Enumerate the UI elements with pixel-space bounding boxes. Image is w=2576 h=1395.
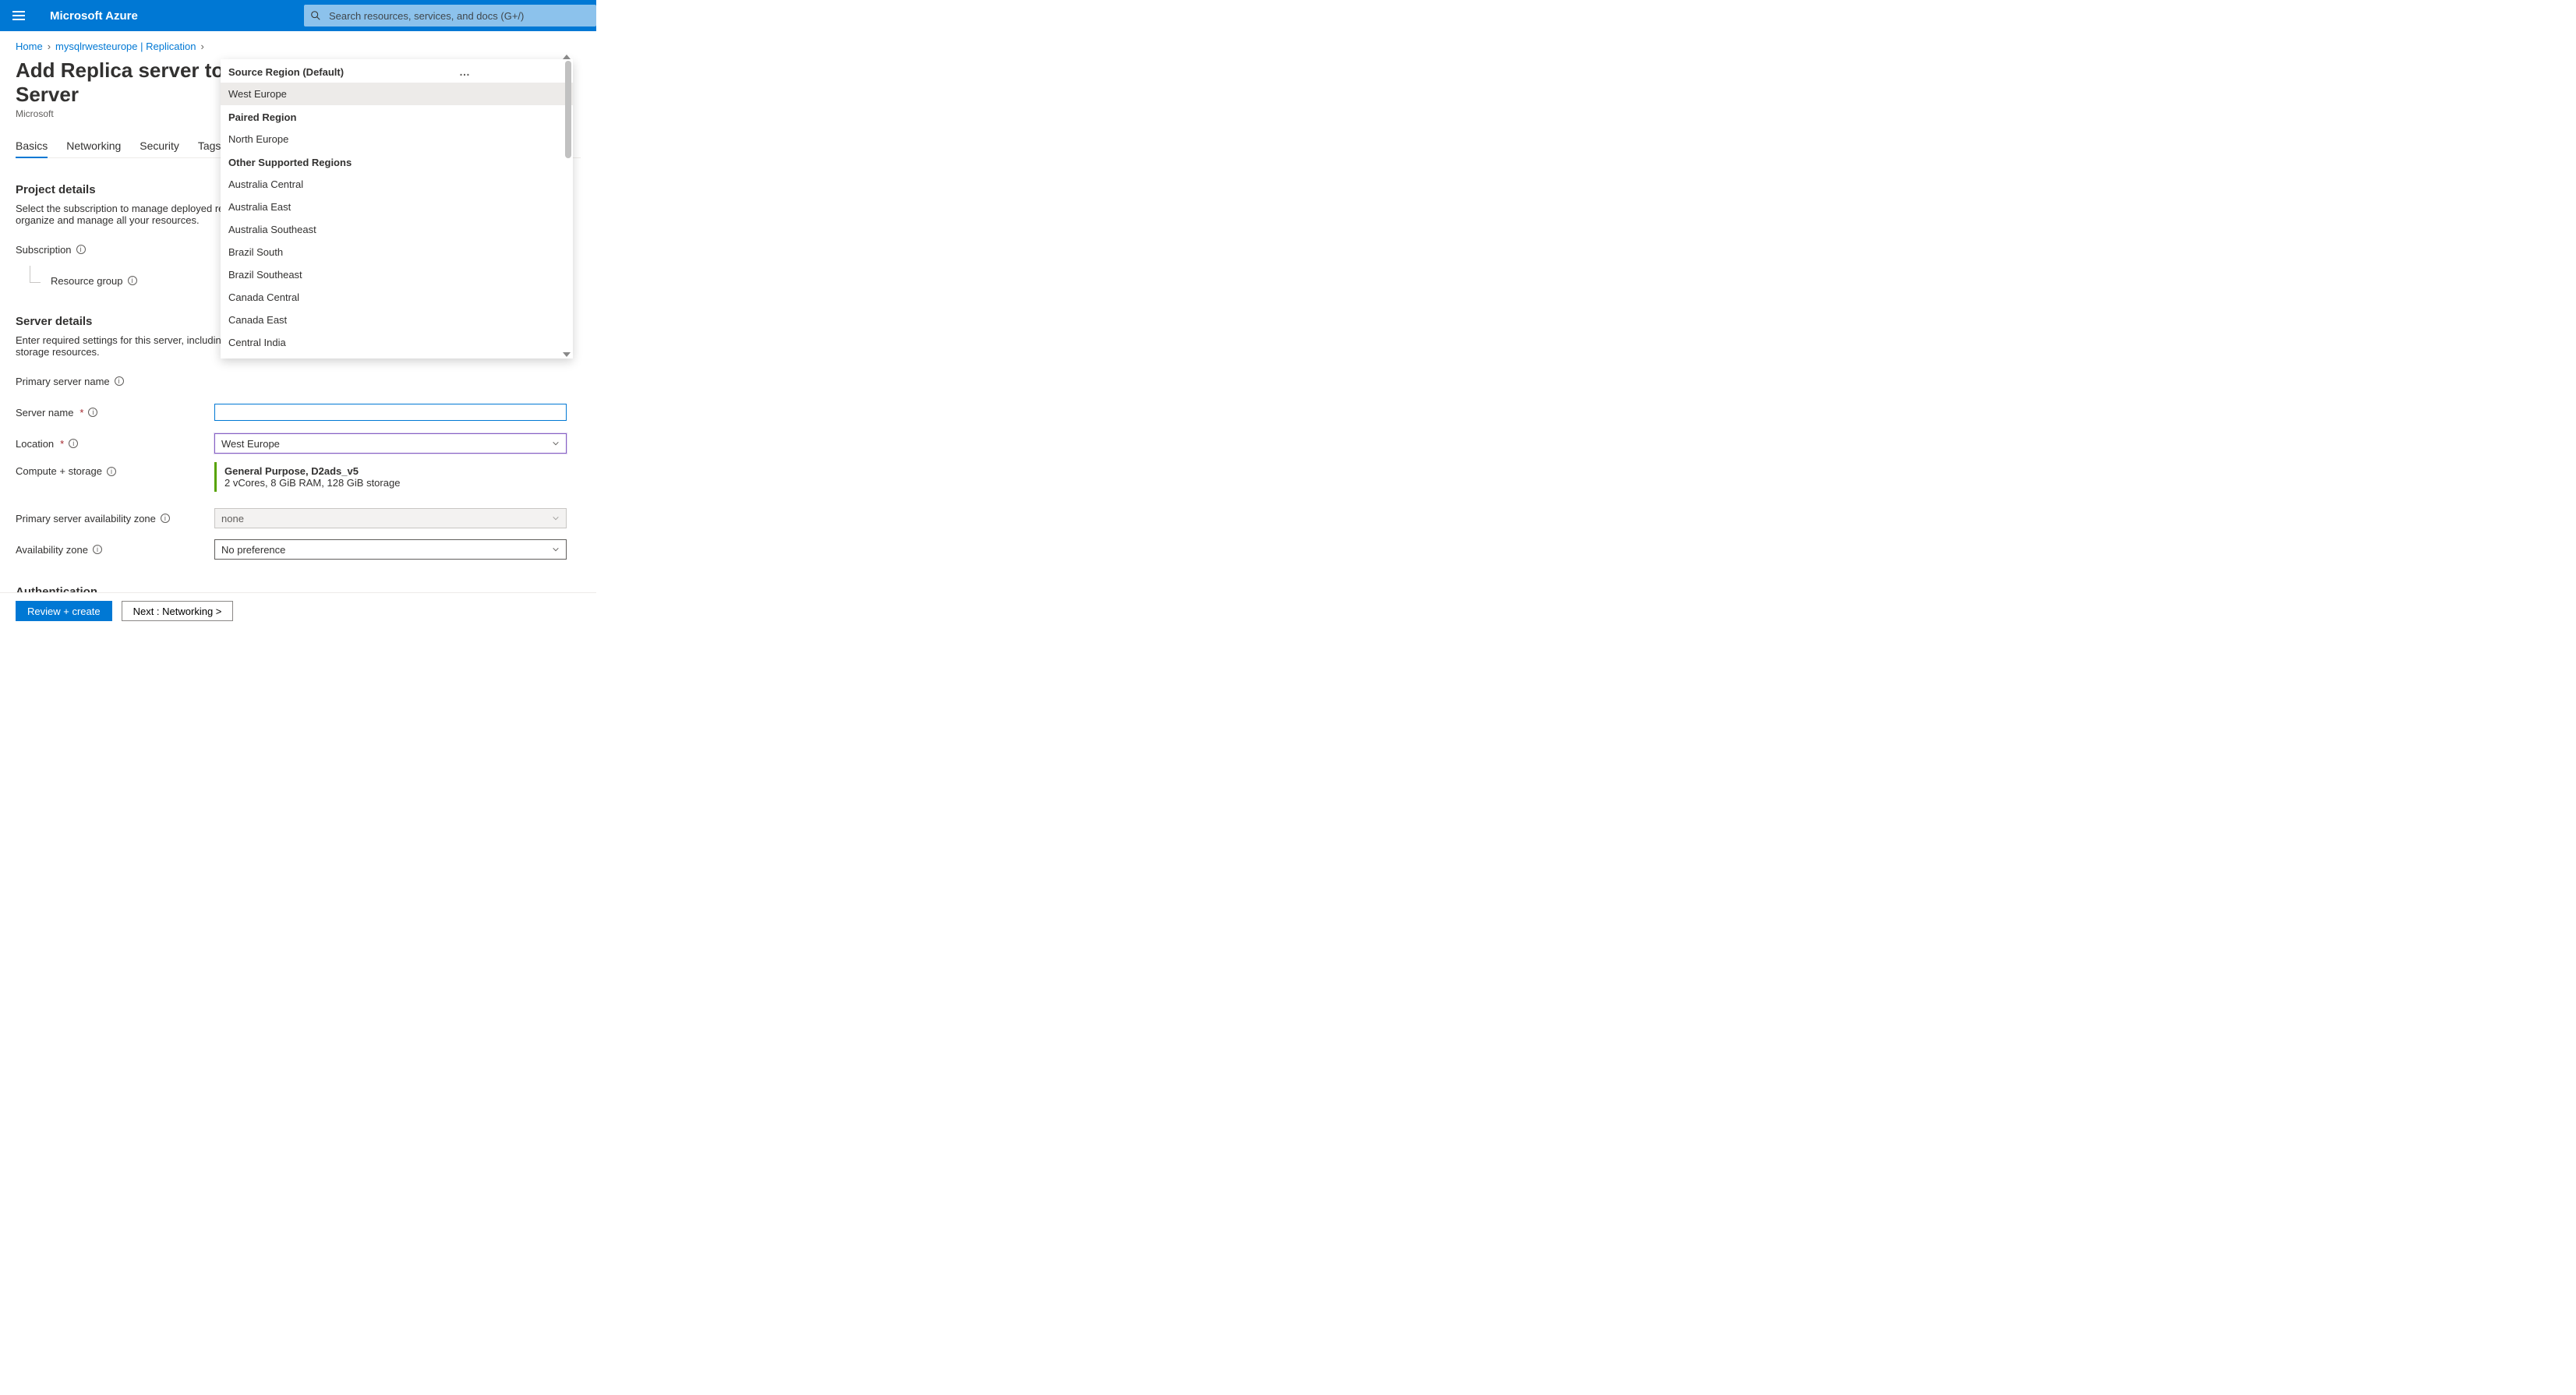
server-name-input[interactable] <box>214 404 567 421</box>
search-icon <box>310 10 321 21</box>
server-name-label: Server name * i <box>16 407 214 418</box>
breadcrumb: Home › mysqlrwesteurope | Replication › <box>16 41 581 52</box>
compute-storage-summary: General Purpose, D2ads_v5 2 vCores, 8 Gi… <box>214 462 567 492</box>
az-select-value: No preference <box>221 544 285 556</box>
dropdown-item[interactable]: Central India <box>221 331 573 354</box>
location-label-text: Location <box>16 438 54 450</box>
compute-title: General Purpose, D2ads_v5 <box>224 465 567 477</box>
footer: Review + create Next : Networking > <box>0 592 596 629</box>
hamburger-menu-button[interactable] <box>0 0 37 31</box>
compute-storage-label: Compute + storage i <box>16 462 214 477</box>
scroll-down-icon[interactable] <box>563 352 571 357</box>
info-icon[interactable]: i <box>107 467 116 476</box>
chevron-down-icon <box>552 546 560 553</box>
az-select[interactable]: No preference <box>214 539 567 560</box>
dropdown-item[interactable]: Canada Central <box>221 286 573 309</box>
dropdown-item[interactable]: Australia Southeast <box>221 218 573 241</box>
search-input[interactable] <box>327 9 590 23</box>
primary-az-label: Primary server availability zone i <box>16 513 214 524</box>
primary-az-select: none <box>214 508 567 528</box>
search-box[interactable] <box>304 5 596 26</box>
compute-storage-label-text: Compute + storage <box>16 465 102 477</box>
location-label: Location * i <box>16 438 214 450</box>
primary-az-value: none <box>221 513 244 524</box>
info-icon[interactable]: i <box>128 276 137 285</box>
dropdown-item[interactable]: Brazil South <box>221 241 573 263</box>
primary-az-label-text: Primary server availability zone <box>16 513 156 524</box>
dropdown-item-north-europe[interactable]: North Europe <box>221 128 573 150</box>
info-icon[interactable]: i <box>69 439 78 448</box>
info-icon[interactable]: i <box>161 514 170 523</box>
tab-networking[interactable]: Networking <box>66 135 121 157</box>
location-select-value: West Europe <box>221 438 280 450</box>
server-name-label-text: Server name <box>16 407 73 418</box>
tab-basics[interactable]: Basics <box>16 135 48 158</box>
dropdown-group-other: Other Supported Regions <box>221 150 573 173</box>
info-icon[interactable]: i <box>93 545 102 554</box>
review-create-button[interactable]: Review + create <box>16 601 112 621</box>
chevron-right-icon: › <box>48 41 51 52</box>
breadcrumb-resource[interactable]: mysqlrwesteurope | Replication <box>55 41 196 52</box>
chevron-right-icon: › <box>200 41 203 52</box>
az-label-text: Availability zone <box>16 544 88 556</box>
compute-subtitle: 2 vCores, 8 GiB RAM, 128 GiB storage <box>224 477 567 489</box>
ellipsis-icon[interactable]: … <box>459 65 472 78</box>
search-wrap <box>304 2 596 29</box>
subscription-label: Subscription i <box>16 244 214 256</box>
tab-tags[interactable]: Tags <box>198 135 221 157</box>
subscription-label-text: Subscription <box>16 244 72 256</box>
dropdown-item[interactable]: Australia East <box>221 196 573 218</box>
dropdown-item[interactable]: Canada East <box>221 309 573 331</box>
required-asterisk: * <box>80 407 83 418</box>
location-dropdown: Source Region (Default) … West Europe Pa… <box>221 59 573 358</box>
resource-group-label-text: Resource group <box>51 275 123 287</box>
topbar: Microsoft Azure <box>0 0 596 31</box>
info-icon[interactable]: i <box>76 245 86 254</box>
dropdown-item[interactable]: Australia Central <box>221 173 573 196</box>
dropdown-item[interactable]: Brazil Southeast <box>221 263 573 286</box>
brand-label: Microsoft Azure <box>50 9 138 23</box>
location-select[interactable]: West Europe <box>214 433 567 454</box>
primary-server-name-label: Primary server name i <box>16 376 214 387</box>
dropdown-group-source: Source Region (Default) … <box>221 59 573 83</box>
chevron-down-icon <box>552 514 560 522</box>
info-icon[interactable]: i <box>88 408 97 417</box>
dropdown-group-source-label: Source Region (Default) <box>228 66 344 78</box>
scrollbar-thumb[interactable] <box>565 61 571 158</box>
dropdown-item-west-europe[interactable]: West Europe <box>221 83 573 105</box>
next-networking-button[interactable]: Next : Networking > <box>122 601 234 621</box>
hamburger-icon <box>12 11 25 20</box>
breadcrumb-home[interactable]: Home <box>16 41 43 52</box>
tree-indent-icon <box>30 266 41 283</box>
primary-server-name-label-text: Primary server name <box>16 376 110 387</box>
info-icon[interactable]: i <box>115 376 124 386</box>
tab-security[interactable]: Security <box>140 135 179 157</box>
resource-group-label: Resource group i <box>16 275 214 287</box>
required-asterisk: * <box>60 438 64 450</box>
dropdown-group-paired: Paired Region <box>221 105 573 128</box>
az-label: Availability zone i <box>16 544 214 556</box>
dropdown-scroll[interactable]: Source Region (Default) … West Europe Pa… <box>221 59 573 354</box>
chevron-down-icon <box>552 440 560 447</box>
